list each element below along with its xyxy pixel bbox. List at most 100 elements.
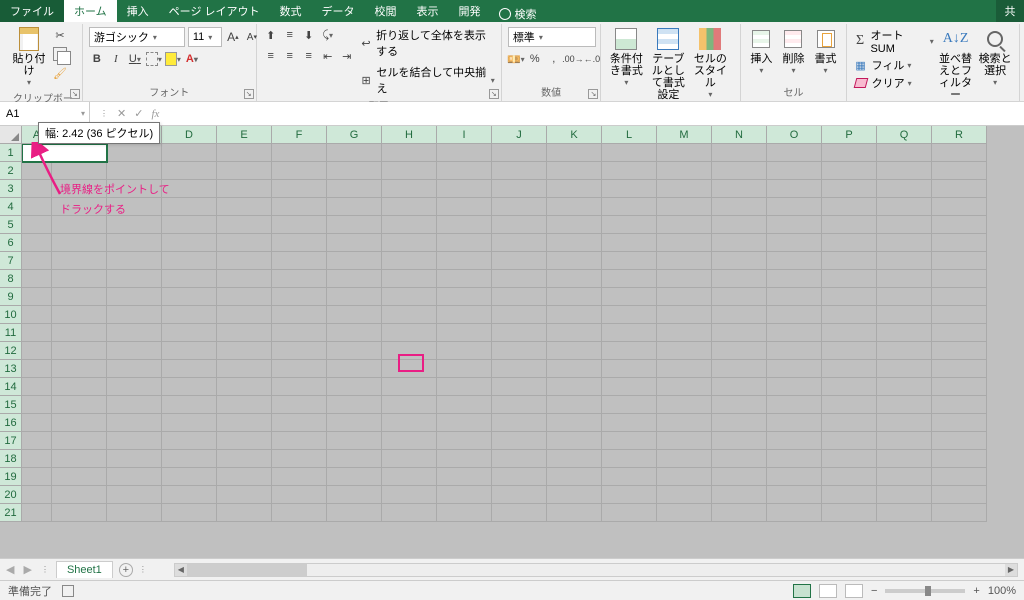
cancel-formula-button[interactable]: ✕ <box>117 107 126 120</box>
format-cells-button[interactable]: 書式▾ <box>812 27 840 76</box>
cell[interactable] <box>382 378 437 396</box>
cell[interactable] <box>767 486 822 504</box>
align-left-button[interactable]: ≡ <box>263 48 279 64</box>
cell[interactable] <box>382 216 437 234</box>
cell[interactable] <box>492 180 547 198</box>
row-header[interactable]: 21 <box>0 504 22 522</box>
cell[interactable] <box>877 378 932 396</box>
cell[interactable] <box>22 216 52 234</box>
view-page-layout-button[interactable] <box>819 584 837 598</box>
font-color-button[interactable]: A▾ <box>184 51 200 67</box>
cell[interactable] <box>272 324 327 342</box>
cell[interactable] <box>877 288 932 306</box>
cell[interactable] <box>382 468 437 486</box>
cell[interactable] <box>217 306 272 324</box>
cell[interactable] <box>22 234 52 252</box>
cell[interactable] <box>602 216 657 234</box>
cell[interactable] <box>272 450 327 468</box>
cell[interactable] <box>712 450 767 468</box>
cell[interactable] <box>932 144 987 162</box>
autosum-button[interactable]: Σオート SUM ▾ <box>853 27 934 55</box>
cell[interactable] <box>932 198 987 216</box>
cell[interactable] <box>327 216 382 234</box>
cell[interactable] <box>602 486 657 504</box>
column-header[interactable]: G <box>327 126 382 144</box>
cell[interactable] <box>272 414 327 432</box>
cell[interactable] <box>217 216 272 234</box>
cell[interactable] <box>217 234 272 252</box>
cell[interactable] <box>162 180 217 198</box>
cell[interactable] <box>932 360 987 378</box>
zoom-out-button[interactable]: − <box>871 585 877 597</box>
italic-button[interactable]: I <box>108 51 124 67</box>
percent-button[interactable]: % <box>527 51 543 67</box>
cell[interactable] <box>22 288 52 306</box>
cell[interactable] <box>932 270 987 288</box>
cell[interactable] <box>272 486 327 504</box>
cell[interactable] <box>547 396 602 414</box>
copy-button[interactable] <box>52 46 68 62</box>
cell[interactable] <box>822 378 877 396</box>
format-as-table-button[interactable]: テーブルとして書式設定▾ <box>649 27 687 112</box>
cell[interactable] <box>712 162 767 180</box>
cell[interactable] <box>327 252 382 270</box>
cell[interactable] <box>107 396 162 414</box>
cell[interactable] <box>712 396 767 414</box>
cell[interactable] <box>877 234 932 252</box>
bold-button[interactable]: B <box>89 51 105 67</box>
cell[interactable] <box>932 162 987 180</box>
cell[interactable] <box>547 360 602 378</box>
cell[interactable] <box>822 324 877 342</box>
indent-decrease-button[interactable]: ⇤ <box>320 48 336 64</box>
cell[interactable] <box>437 216 492 234</box>
cell[interactable] <box>107 234 162 252</box>
cell[interactable] <box>657 324 712 342</box>
cell[interactable] <box>107 306 162 324</box>
cell[interactable] <box>877 306 932 324</box>
tab-developer[interactable]: 開発 <box>449 0 491 22</box>
cell[interactable] <box>217 198 272 216</box>
cell[interactable] <box>877 468 932 486</box>
cell[interactable] <box>217 162 272 180</box>
cell[interactable] <box>767 198 822 216</box>
column-header[interactable]: H <box>382 126 437 144</box>
cell[interactable] <box>602 180 657 198</box>
cell[interactable] <box>217 180 272 198</box>
cell[interactable] <box>327 288 382 306</box>
row-header[interactable]: 18 <box>0 450 22 468</box>
cell[interactable] <box>437 342 492 360</box>
cell[interactable] <box>272 144 327 162</box>
cell[interactable] <box>217 504 272 522</box>
cell[interactable] <box>217 378 272 396</box>
cell[interactable] <box>437 504 492 522</box>
cell[interactable] <box>52 342 107 360</box>
cell[interactable] <box>162 144 217 162</box>
cell[interactable] <box>22 270 52 288</box>
cell[interactable] <box>492 306 547 324</box>
cell[interactable] <box>877 216 932 234</box>
cell[interactable] <box>932 468 987 486</box>
cell[interactable] <box>272 504 327 522</box>
cell[interactable] <box>107 324 162 342</box>
cell[interactable] <box>822 162 877 180</box>
cell[interactable] <box>767 324 822 342</box>
cell[interactable] <box>437 432 492 450</box>
cell[interactable] <box>822 342 877 360</box>
cell[interactable] <box>272 234 327 252</box>
decrease-decimal-button[interactable]: ←.0 <box>584 51 600 67</box>
cell[interactable] <box>217 396 272 414</box>
cell[interactable] <box>327 234 382 252</box>
cell[interactable] <box>492 414 547 432</box>
cell[interactable] <box>602 414 657 432</box>
column-header[interactable]: K <box>547 126 602 144</box>
cell[interactable] <box>602 450 657 468</box>
cell[interactable] <box>932 414 987 432</box>
row-header[interactable]: 1 <box>0 144 22 162</box>
cell[interactable] <box>272 198 327 216</box>
cell[interactable] <box>877 144 932 162</box>
cell[interactable] <box>22 324 52 342</box>
cell[interactable] <box>877 180 932 198</box>
spreadsheet-grid[interactable]: ABCDEFGHIJKLMNOPQR 123456789101112131415… <box>0 126 1024 558</box>
cell[interactable] <box>822 252 877 270</box>
cell[interactable] <box>492 378 547 396</box>
